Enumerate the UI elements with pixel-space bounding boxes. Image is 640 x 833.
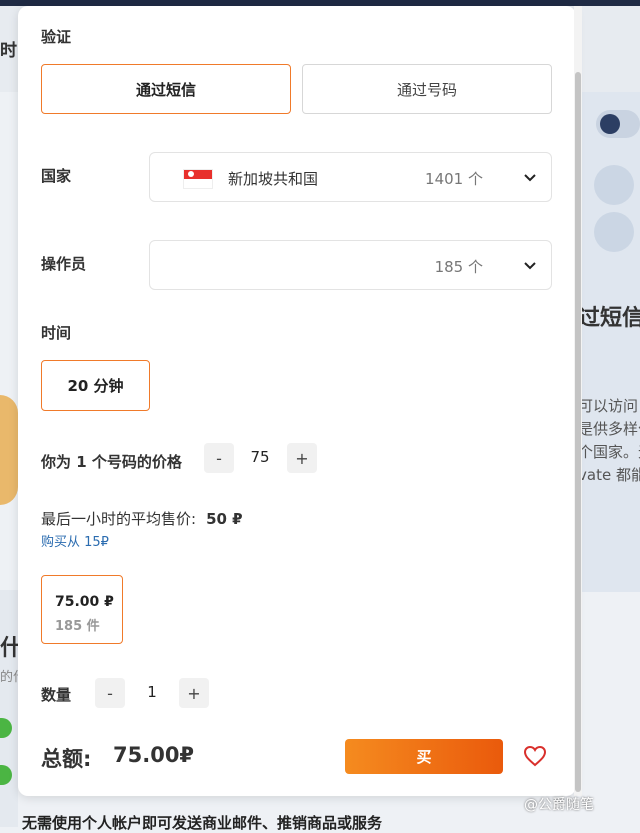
time-label: 时间 (41, 324, 72, 342)
background-line: 个国家。无 (578, 443, 640, 461)
chevron-down-icon (524, 174, 536, 182)
price-value[interactable]: 75 (240, 448, 280, 466)
verify-by-number-button[interactable]: 通过号码 (302, 64, 552, 114)
singapore-flag-icon (183, 169, 213, 189)
country-label: 国家 (41, 167, 72, 185)
price-stepper[interactable]: - 75 + (200, 440, 322, 476)
verification-label: 验证 (41, 28, 72, 46)
quantity-increase-button[interactable]: + (179, 678, 209, 708)
country-count: 1401 个 (425, 170, 483, 188)
price-label: 你为 1 个号码的价格 (41, 453, 182, 471)
background-bottom-text: 无需使用个人帐户即可发送商业邮件、推销商品或服务 (22, 814, 383, 832)
chevron-down-icon (524, 262, 536, 270)
country-value: 新加坡共和国 (228, 170, 319, 188)
country-select[interactable]: 新加坡共和国 1401 个 (149, 152, 552, 202)
background-line: 可以访问 (578, 397, 639, 415)
quantity-value[interactable]: 1 (132, 683, 172, 701)
background-line: vate 都能 (578, 466, 640, 484)
total-value: 75.00₽ (113, 743, 195, 767)
offer-option[interactable]: 75.00 ₽ 185 件 (41, 575, 123, 644)
average-price-line: 最后一小时的平均售价: 50 ₽ (41, 508, 243, 529)
price-increase-button[interactable]: + (287, 443, 317, 473)
scrollbar-thumb[interactable] (575, 72, 581, 792)
buy-from-link[interactable]: 购买从 15₽ (41, 531, 109, 550)
average-price-value: 50 ₽ (206, 510, 243, 528)
heart-icon[interactable] (523, 745, 547, 767)
offer-count: 185 件 (55, 619, 100, 634)
quantity-decrease-button[interactable]: - (95, 678, 125, 708)
background-avatar (594, 212, 634, 252)
background-line: 是供多样化 (578, 420, 640, 438)
offer-price: 75.00 ₽ (55, 594, 114, 610)
watermark: @公爵随笔 (524, 797, 594, 813)
verify-by-sms-button[interactable]: 通过短信 (41, 64, 291, 114)
background-section (0, 590, 18, 827)
operator-label: 操作员 (41, 255, 87, 273)
total-label: 总额: (41, 747, 92, 771)
price-decrease-button[interactable]: - (204, 443, 234, 473)
quantity-stepper[interactable]: - 1 + (92, 675, 212, 711)
operator-select[interactable]: 185 个 (149, 240, 552, 290)
average-price-label: 最后一小时的平均售价: (41, 510, 197, 528)
background-illustration (0, 395, 18, 505)
time-option-20min[interactable]: 20 分钟 (41, 360, 150, 411)
background-title: 过短信 (578, 306, 640, 331)
buy-button[interactable]: 买 (345, 739, 503, 774)
background-toggle (596, 110, 640, 138)
quantity-label: 数量 (41, 686, 72, 704)
background-avatar (594, 165, 634, 205)
operator-count: 185 个 (434, 258, 483, 276)
